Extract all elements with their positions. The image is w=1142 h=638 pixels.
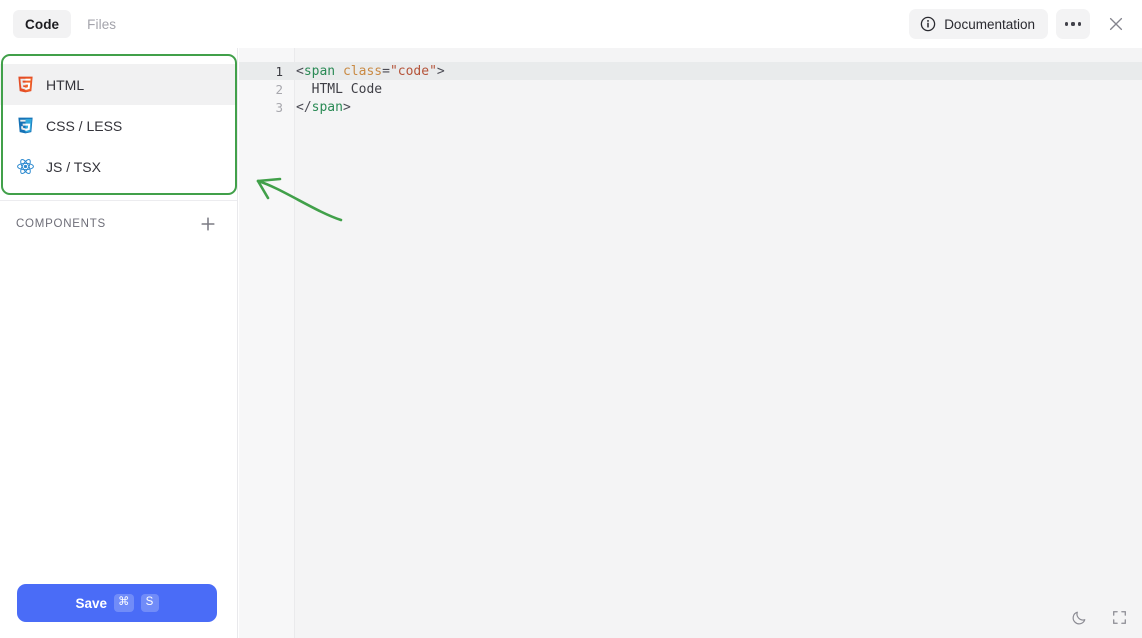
editor-footer-actions	[1066, 604, 1132, 630]
components-title: COMPONENTS	[16, 218, 106, 230]
tab-files-label: Files	[87, 16, 117, 32]
code-line-content: <span class="code">	[295, 64, 445, 79]
moon-icon	[1071, 609, 1088, 626]
components-section-header: COMPONENTS	[0, 200, 237, 247]
code-token: "code"	[389, 63, 437, 79]
shortcut-letter-key: S	[140, 594, 159, 612]
file-item-html[interactable]: HTML	[0, 64, 236, 105]
window-toolbar: Code Files Documentation	[0, 0, 1142, 48]
file-item-css-label: CSS / LESS	[46, 117, 123, 134]
shortcut-command-key: ⌘	[114, 594, 134, 612]
react-icon	[16, 157, 35, 176]
code-line[interactable]: 2 HTML Code	[239, 80, 1142, 98]
code-token: </	[296, 99, 312, 115]
code-token: span	[303, 63, 336, 79]
code-token: <	[296, 63, 304, 79]
tab-files[interactable]: Files	[75, 10, 128, 38]
code-token: =	[382, 63, 390, 79]
code-line-content: </span>	[295, 100, 351, 115]
line-number: 1	[275, 63, 283, 79]
line-number: 3	[275, 99, 283, 115]
code-line[interactable]: 3 </span>	[239, 98, 1142, 116]
css3-icon	[16, 116, 35, 135]
ellipsis-dot-icon	[1065, 22, 1069, 26]
file-item-html-label: HTML	[46, 76, 85, 93]
documentation-label: Documentation	[944, 16, 1035, 32]
dark-mode-toggle[interactable]	[1066, 604, 1092, 630]
tab-code-label: Code	[25, 16, 60, 32]
file-item-css[interactable]: CSS / LESS	[0, 105, 236, 146]
info-circle-icon	[920, 16, 936, 32]
add-component-button[interactable]	[197, 213, 219, 235]
code-token: HTML Code	[296, 81, 383, 97]
code-token: >	[436, 63, 445, 79]
file-type-list: HTML CSS / LESS JS / TSX	[0, 54, 236, 187]
line-number: 2	[275, 81, 283, 97]
code-editor[interactable]: 1 <span class="code"> 2 HTML Code 3 </sp…	[239, 48, 1142, 638]
fullscreen-icon	[1111, 609, 1128, 626]
file-item-js-label: JS / TSX	[46, 158, 101, 175]
editor-gutter	[239, 48, 295, 638]
code-line[interactable]: 1 <span class="code">	[239, 62, 1142, 80]
html5-icon	[16, 75, 35, 94]
close-button[interactable]	[1100, 8, 1132, 40]
editor-lines: 1 <span class="code"> 2 HTML Code 3 </sp…	[239, 62, 1142, 116]
fullscreen-button[interactable]	[1106, 604, 1132, 630]
file-item-js[interactable]: JS / TSX	[0, 146, 236, 187]
plus-icon	[200, 216, 216, 232]
toolbar-actions: Documentation	[909, 0, 1132, 48]
documentation-button[interactable]: Documentation	[909, 9, 1048, 39]
close-icon	[1107, 15, 1125, 33]
ellipsis-dot-icon	[1077, 22, 1081, 26]
tab-bar: Code Files	[13, 10, 128, 38]
code-token: span	[311, 99, 343, 115]
ellipsis-dot-icon	[1071, 22, 1075, 26]
more-options-button[interactable]	[1056, 9, 1090, 39]
code-line-content: HTML Code	[295, 82, 382, 97]
tab-code[interactable]: Code	[13, 10, 72, 38]
sidebar: HTML CSS / LESS JS / TSX COMPONENTS Save…	[0, 48, 238, 638]
save-label: Save	[75, 595, 108, 611]
code-token: >	[342, 99, 351, 115]
code-editor-window: Code Files Documentation HTML CSS / LESS…	[0, 0, 1142, 638]
code-token: class	[342, 63, 383, 79]
save-button[interactable]: Save ⌘ S	[17, 584, 217, 622]
editor-code-surface[interactable]	[296, 48, 1142, 638]
